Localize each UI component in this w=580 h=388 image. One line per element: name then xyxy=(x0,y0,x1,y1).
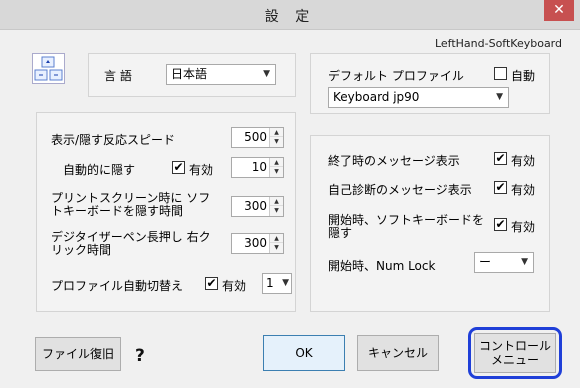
profile-label: デフォルト プロファイル xyxy=(328,69,464,83)
numlock-value: ー xyxy=(479,255,492,269)
close-button[interactable]: ✕ xyxy=(544,0,574,21)
printscreen-label: プリントスクリーン時に ソフトキーボードを隠す時間 xyxy=(51,191,211,218)
autohide-value: 10 xyxy=(251,160,267,174)
control-menu-button[interactable]: コントロール メニュー xyxy=(474,333,556,373)
pen-spinner[interactable]: 300 ▲ ▼ xyxy=(231,233,284,254)
language-label: 言 語 xyxy=(104,69,132,83)
profile-auto-checkbox[interactable] xyxy=(494,67,507,80)
printscreen-value: 300 xyxy=(244,199,267,213)
hide-on-start-label: 開始時、ソフトキーボードを 隠す xyxy=(328,213,485,240)
profile-switch-checkbox[interactable]: ✔ xyxy=(205,277,218,290)
autohide-spinner[interactable]: 10 ▲ ▼ xyxy=(231,157,284,178)
cancel-button[interactable]: キャンセル xyxy=(357,335,439,371)
question-mark-icon[interactable]: ? xyxy=(135,346,145,366)
pen-value: 300 xyxy=(244,236,267,250)
selfdiag-enabled-label: 有効 xyxy=(511,183,536,197)
spin-up-icon[interactable]: ▲ xyxy=(270,234,283,243)
speed-value: 500 xyxy=(244,130,267,144)
profile-switch-select[interactable]: 1 ▼ xyxy=(262,273,292,294)
spin-down-icon[interactable]: ▼ xyxy=(270,243,283,252)
autohide-label: 自動的に隠す xyxy=(63,163,136,177)
hide-on-start-checkbox[interactable]: ✔ xyxy=(494,218,507,231)
profile-switch-value: 1 xyxy=(266,276,274,290)
chevron-down-icon: ▼ xyxy=(282,278,289,288)
speed-label: 表示/隠す反応スピード xyxy=(51,133,176,147)
spin-down-icon[interactable]: ▼ xyxy=(270,167,283,176)
printscreen-spinner[interactable]: 300 ▲ ▼ xyxy=(231,196,284,217)
spin-up-icon[interactable]: ▲ xyxy=(270,197,283,206)
numlock-label: 開始時、Num Lock xyxy=(328,259,436,273)
profile-switch-enabled-label: 有効 xyxy=(222,279,247,293)
spin-up-icon[interactable]: ▲ xyxy=(270,128,283,137)
profile-switch-label: プロファイル自動切替え xyxy=(51,279,184,293)
spin-down-icon[interactable]: ▼ xyxy=(270,206,283,215)
profile-value: Keyboard jp90 xyxy=(333,90,420,104)
chevron-down-icon: ▼ xyxy=(521,257,528,267)
control-menu-line2: メニュー xyxy=(490,353,539,367)
autohide-enabled-label: 有効 xyxy=(189,163,214,177)
keyboard-layout-icon[interactable] xyxy=(32,53,65,84)
pen-label: デジタイザーペン長押し 右クリック時間 xyxy=(51,230,211,257)
exit-msg-enabled-label: 有効 xyxy=(511,154,536,168)
restore-file-button[interactable]: ファイル復旧 xyxy=(35,337,121,371)
chevron-down-icon: ▼ xyxy=(263,69,270,79)
exit-msg-checkbox[interactable]: ✔ xyxy=(494,152,507,165)
exit-msg-label: 終了時のメッセージ表示 xyxy=(328,154,460,168)
spin-up-icon[interactable]: ▲ xyxy=(270,158,283,167)
speed-spinner[interactable]: 500 ▲ ▼ xyxy=(231,127,284,148)
control-menu-line1: コントロール xyxy=(478,339,551,353)
profile-select[interactable]: Keyboard jp90 ▼ xyxy=(328,87,509,108)
app-name-label: LeftHand-SoftKeyboard xyxy=(434,37,562,50)
hide-on-start-enabled-label: 有効 xyxy=(511,220,536,234)
title-bar: 設 定 ✕ xyxy=(0,0,580,30)
language-select[interactable]: 日本語 ▼ xyxy=(166,64,276,85)
selfdiag-label: 自己診断のメッセージ表示 xyxy=(328,183,472,197)
selfdiag-checkbox[interactable]: ✔ xyxy=(494,181,507,194)
numlock-select[interactable]: ー ▼ xyxy=(474,252,534,273)
chevron-down-icon: ▼ xyxy=(496,92,503,102)
spin-down-icon[interactable]: ▼ xyxy=(270,137,283,146)
ok-button[interactable]: OK xyxy=(263,335,345,371)
autohide-checkbox[interactable]: ✔ xyxy=(172,161,185,174)
profile-auto-label: 自動 xyxy=(511,69,536,83)
language-value: 日本語 xyxy=(171,67,208,81)
window-title: 設 定 xyxy=(264,9,316,25)
